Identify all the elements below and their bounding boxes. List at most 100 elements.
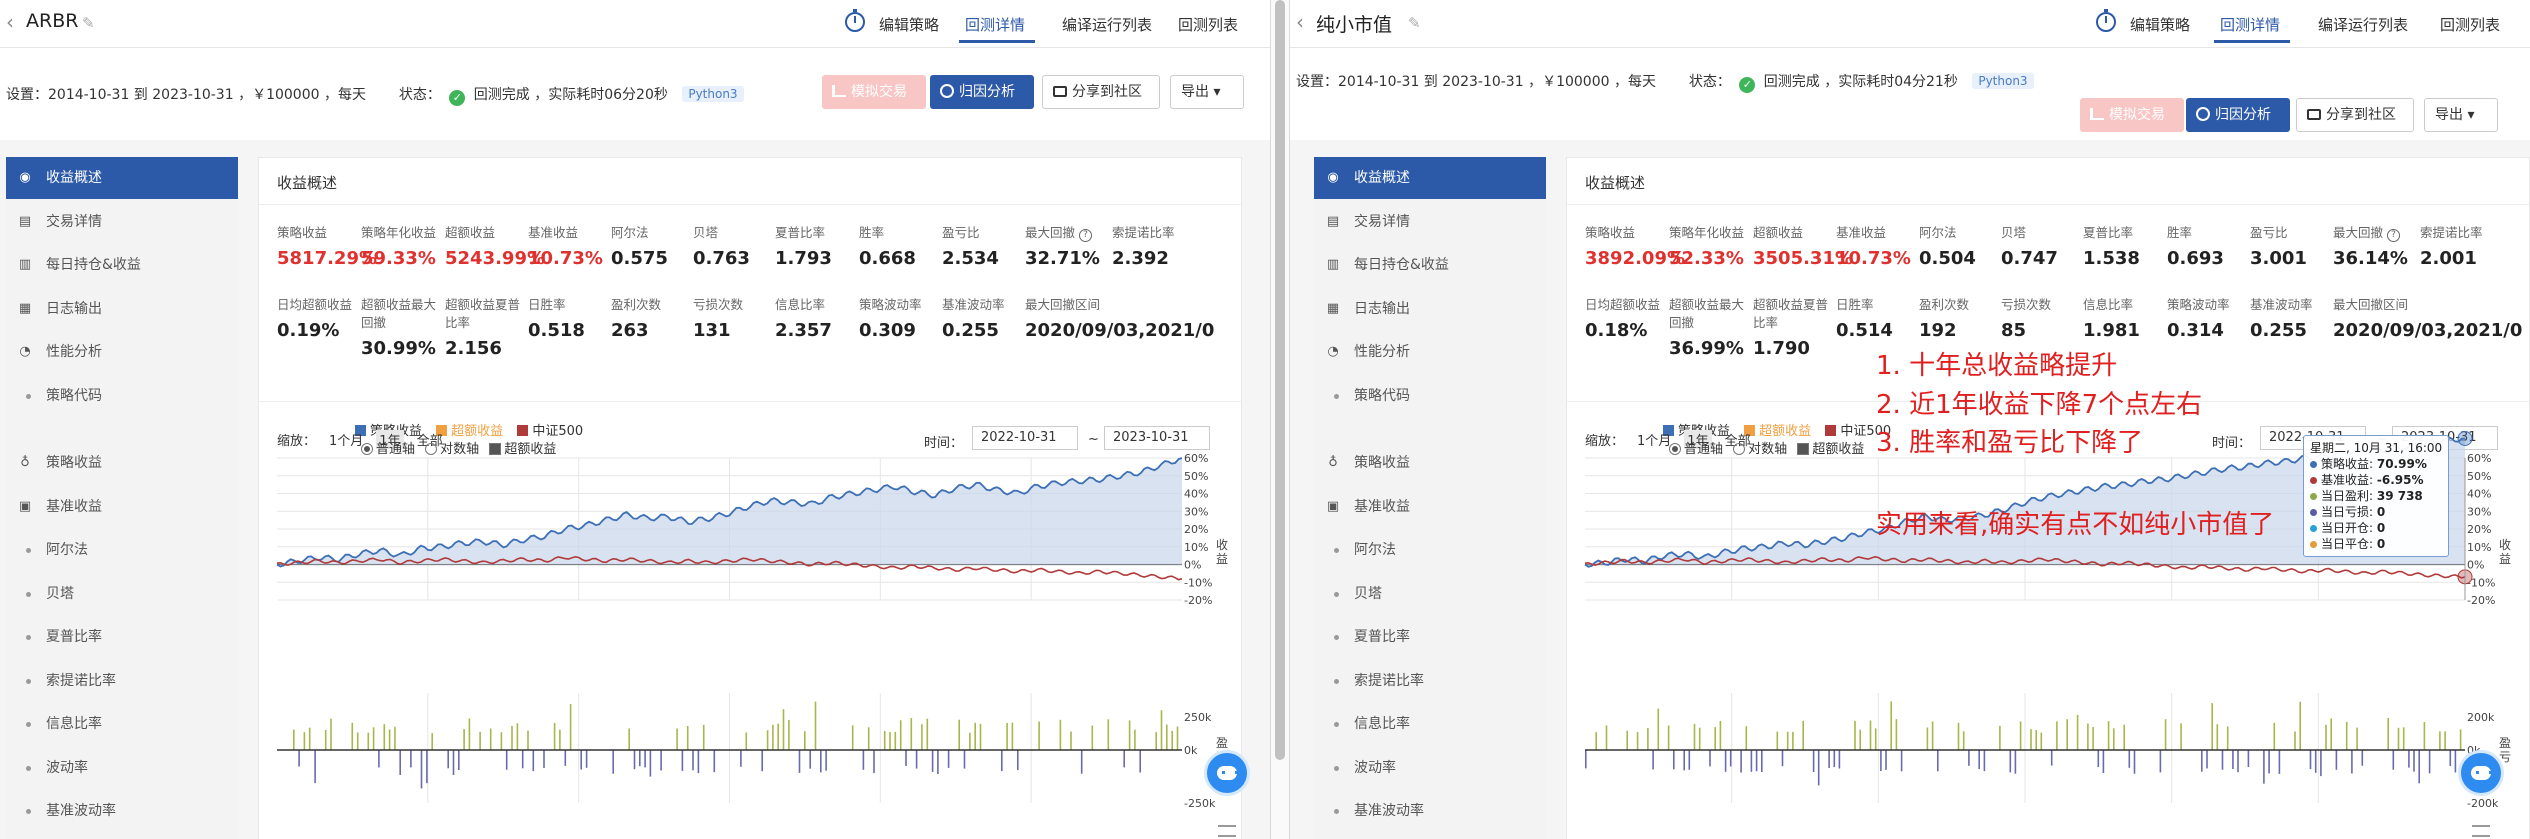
share-button[interactable]: 分享到社区 — [1042, 75, 1160, 109]
daily-pnl-chart[interactable]: 250k 0k -250k — [277, 693, 1242, 813]
sidebar-item-4[interactable]: ◔ 性能分析 — [1314, 331, 1546, 373]
sidebar-item-1[interactable]: ▤ 交易详情 — [1314, 201, 1546, 243]
pnl-bar — [644, 750, 646, 768]
nav-compile-list[interactable]: 编译运行列表 — [1062, 14, 1152, 35]
legend-excess[interactable]: 超额收益 — [451, 424, 503, 439]
pnl-bar — [2056, 721, 2058, 750]
sidebar-item-12[interactable]: 信息比率 — [1314, 703, 1546, 745]
nav-backtest-detail[interactable]: 回测详情 — [2220, 14, 2280, 35]
normal-axis-radio[interactable] — [361, 443, 373, 455]
log-axis-radio[interactable] — [425, 443, 438, 455]
legend-benchmark-swatch — [1825, 425, 1837, 436]
pnl-bar — [2459, 729, 2462, 750]
pnl-bar — [420, 750, 423, 789]
metric-label: 策略年化收益 — [361, 225, 437, 240]
sidebar-item-6[interactable]: ♁ 策略收益 — [6, 442, 238, 484]
scrollbar[interactable] — [1270, 0, 1290, 839]
edit-pencil-icon[interactable]: ✎ — [82, 14, 95, 32]
pnl-bar — [303, 732, 306, 750]
help-icon[interactable]: ? — [1079, 229, 1092, 242]
pnl-bar — [1647, 728, 1649, 750]
settings-text: 设置：2014-10-31 到 2023-10-31 ，￥100000 ，每天 — [1296, 74, 1656, 90]
log-axis-radio[interactable] — [1733, 443, 1746, 455]
assistant-robot-icon[interactable] — [1204, 750, 1250, 796]
sidebar-item-7[interactable]: ▣ 基准收益 — [6, 486, 238, 528]
nav-edit-strategy[interactable]: 编辑策略 — [879, 14, 939, 35]
pnl-bar — [1761, 750, 1763, 772]
y-tick-label: 0% — [2467, 559, 2484, 572]
sidebar-item-2[interactable]: ▥ 每日持仓&收益 — [1314, 244, 1546, 286]
scrollbar-thumb[interactable] — [1275, 0, 1285, 760]
back-arrow-icon[interactable]: ‹ — [1296, 10, 1304, 34]
assistant-robot-icon[interactable] — [2458, 750, 2504, 796]
attribution-button[interactable]: 归因分析 — [2186, 98, 2290, 132]
sidebar-item-5[interactable]: 策略代码 — [6, 375, 238, 417]
help-icon[interactable]: ? — [2387, 229, 2400, 242]
legend-excess[interactable]: 超额收益 — [1759, 424, 1811, 439]
date-from-input[interactable]: 2022-10-31 — [972, 426, 1078, 450]
sidebar-item-11[interactable]: 索提诺比率 — [6, 660, 238, 702]
pnl-bar — [2423, 722, 2426, 750]
date-to-input[interactable]: 2023-10-31 — [1104, 426, 1210, 450]
pie-icon: ◔ — [1327, 344, 1339, 359]
sidebar-item-8[interactable]: 阿尔法 — [6, 529, 238, 571]
metric-r1-2: 超额收益 5243.99% — [445, 224, 545, 269]
sidebar-item-13[interactable]: 波动率 — [6, 747, 238, 789]
pnl-bar — [2247, 750, 2250, 767]
daily-pnl-chart[interactable]: 200k0k-200k — [1585, 693, 2525, 813]
pnl-bar — [511, 725, 513, 750]
sidebar-item-10[interactable]: 夏普比率 — [1314, 616, 1546, 658]
sidebar-item-12[interactable]: 信息比率 — [6, 703, 238, 745]
metric-r2-1: 超额收益最大回撤 36.99% — [1669, 296, 1759, 359]
sidebar-item-14[interactable]: 基准波动率 — [6, 790, 238, 832]
legend-benchmark[interactable]: 中证500 — [532, 424, 583, 439]
edit-pencil-icon[interactable]: ✎ — [1408, 14, 1421, 32]
sidebar-item-0[interactable]: ◉ 收益概述 — [6, 157, 238, 199]
excess-checkbox[interactable] — [489, 443, 502, 455]
sidebar-item-2[interactable]: ▥ 每日持仓&收益 — [6, 244, 238, 286]
sidebar-item-9[interactable]: 贝塔 — [6, 573, 238, 615]
simulate-trade-button[interactable]: 模拟交易 — [2080, 98, 2184, 132]
export-button[interactable]: 导出 ▾ — [2424, 98, 2498, 132]
sidebar-item-3[interactable]: ▦ 日志输出 — [6, 288, 238, 330]
sidebar-item-14[interactable]: 基准波动率 — [1314, 790, 1546, 832]
metric-r2-5: 亏损次数 131 — [693, 296, 783, 341]
pnl-bar — [2273, 722, 2276, 750]
sidebar-item-label: 阿尔法 — [1354, 542, 1396, 558]
metric-r2-1: 超额收益最大回撤 30.99% — [361, 296, 451, 359]
share-button[interactable]: 分享到社区 — [2296, 98, 2414, 132]
sidebar-item-0[interactable]: ◉ 收益概述 — [1314, 157, 1546, 199]
attribution-button[interactable]: 归因分析 — [930, 75, 1034, 109]
list-menu-icon[interactable] — [1218, 825, 1236, 837]
excess-checkbox[interactable] — [1797, 443, 1810, 455]
sidebar-item-5[interactable]: 策略代码 — [1314, 375, 1546, 417]
nav-edit-strategy[interactable]: 编辑策略 — [2130, 14, 2190, 35]
normal-axis-radio[interactable] — [1669, 443, 1681, 455]
sidebar-item-6[interactable]: ♁ 策略收益 — [1314, 442, 1546, 484]
sidebar-item-13[interactable]: 波动率 — [1314, 747, 1546, 789]
sidebar-item-3[interactable]: ▦ 日志输出 — [1314, 288, 1546, 330]
nav-backtest-list[interactable]: 回测列表 — [1178, 14, 1238, 35]
back-arrow-icon[interactable]: ‹ — [6, 10, 14, 34]
pnl-bar — [2123, 724, 2125, 750]
export-button[interactable]: 导出 ▾ — [1170, 75, 1244, 109]
sidebar-item-8[interactable]: 阿尔法 — [1314, 529, 1546, 571]
nav-backtest-detail[interactable]: 回测详情 — [965, 14, 1025, 35]
sidebar-item-4[interactable]: ◔ 性能分析 — [6, 331, 238, 373]
sidebar-item-9[interactable]: 贝塔 — [1314, 573, 1546, 615]
nav-compile-list[interactable]: 编译运行列表 — [2318, 14, 2408, 35]
sidebar-item-1[interactable]: ▤ 交易详情 — [6, 201, 238, 243]
status-text: 回测完成 ，实际耗时04分21秒 — [1763, 74, 1958, 90]
list-menu-icon[interactable] — [2472, 825, 2490, 837]
returns-chart[interactable]: 60% 50% 40% 30% 20% 10% 0% -10% -20% — [276, 452, 1242, 610]
language-tag: Python3 — [1972, 73, 2034, 89]
sidebar-item-11[interactable]: 索提诺比率 — [1314, 660, 1546, 702]
pnl-bar — [2211, 703, 2213, 750]
tooltip-value: 0 — [2376, 537, 2386, 551]
sidebar-item-7[interactable]: ▣ 基准收益 — [1314, 486, 1546, 528]
nav-backtest-list[interactable]: 回测列表 — [2440, 14, 2500, 35]
bullet-dot-icon — [26, 548, 31, 553]
simulate-trade-button[interactable]: 模拟交易 — [822, 75, 926, 109]
pnl-bar — [1059, 719, 1062, 750]
sidebar-item-10[interactable]: 夏普比率 — [6, 616, 238, 658]
